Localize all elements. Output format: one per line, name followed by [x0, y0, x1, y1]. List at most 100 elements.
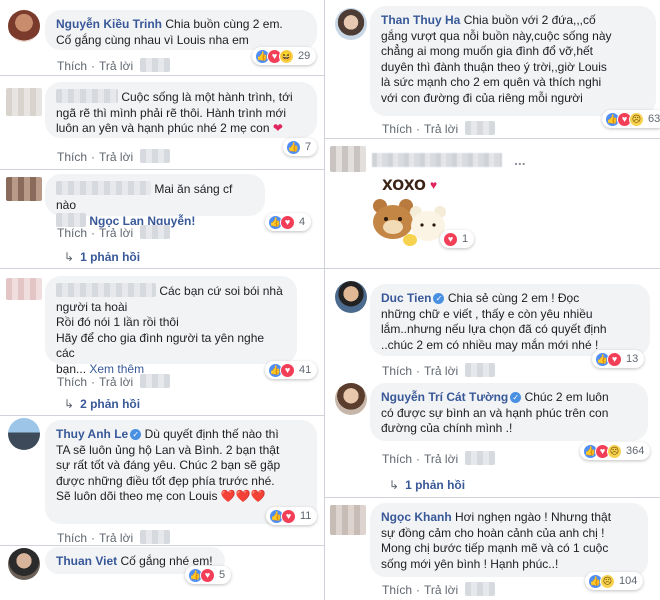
love-icon: ♥	[280, 214, 295, 230]
like-link[interactable]: Thích	[57, 375, 87, 389]
redacted-time	[465, 582, 496, 596]
comment-text: sự rất tốt và đáng yêu. Chúc 2 bạn sẽ gặ…	[56, 458, 281, 472]
comment-actions: Thích · Trả lời	[57, 225, 171, 240]
haha-icon: 😆	[279, 48, 294, 64]
reaction-summary[interactable]: 👍 ♥ 😆 29	[252, 47, 317, 65]
avatar[interactable]	[8, 548, 40, 580]
reply-link[interactable]: Trả lời	[424, 583, 458, 597]
redacted-time	[140, 530, 171, 544]
redacted-time	[465, 363, 496, 377]
reaction-summary[interactable]: 👍 ♥ 13	[592, 350, 645, 368]
like-link[interactable]: Thích	[382, 583, 412, 597]
comment-text: Các bạn cứ soi bói nhà	[159, 284, 283, 298]
comment-bubble: Duc Tien ✓ Chia sẻ cùng 2 em ! Đọc những …	[370, 284, 650, 356]
heart-icon: ♥	[430, 178, 438, 192]
column-divider	[324, 0, 325, 600]
reaction-count: 4	[299, 216, 306, 228]
view-replies-link[interactable]: ↳ 1 phản hồi	[389, 478, 465, 492]
divider	[325, 268, 660, 269]
view-replies-link[interactable]: ↳ 2 phản hồi	[64, 397, 140, 411]
like-link[interactable]: Thích	[57, 531, 87, 545]
sticker-label: XOXO	[382, 178, 426, 194]
comment-bubble: Than Thuy Ha Chia buồn với 2 đứa,,,cố gắ…	[370, 6, 656, 116]
avatar-redacted[interactable]	[6, 88, 42, 116]
like-link[interactable]: Thích	[57, 226, 87, 240]
reply-link[interactable]: Trả lời	[424, 364, 458, 378]
commenter-name[interactable]: Nguyễn Kiều Trinh	[56, 17, 162, 31]
avatar-redacted[interactable]	[6, 278, 42, 300]
reply-arrow-icon: ↳	[64, 397, 75, 411]
comment-bubble: Các bạn cứ soi bói nhà người ta hoài Rồi…	[45, 276, 297, 376]
like-link[interactable]: Thích	[382, 122, 412, 136]
reply-link[interactable]: Trả lời	[99, 375, 133, 389]
comment-bubble: Nguyễn Trí Cát Tường ✓ Chúc 2 em luôn có …	[370, 383, 648, 441]
comment-text: Chia buồn với 2 đứa,,,cố	[463, 13, 596, 27]
reply-link[interactable]: Trả lời	[99, 531, 133, 545]
divider	[0, 169, 324, 170]
reaction-summary[interactable]: ♥ 1	[440, 230, 475, 248]
heart-emoji: ❤	[272, 121, 283, 135]
avatar-redacted[interactable]	[330, 146, 366, 172]
reaction-summary[interactable]: 👍 7	[283, 138, 318, 156]
like-link[interactable]: Thích	[382, 452, 412, 466]
comment-text: sự đồng cảm cho hoàn cảnh của anh chị !	[381, 525, 605, 540]
reaction-summary[interactable]: 👍 ☹ 104	[585, 572, 644, 590]
divider	[325, 497, 660, 498]
comment-text: được những điều tốt đẹp phía trước nhé.	[56, 473, 275, 488]
redacted-time	[465, 451, 496, 465]
avatar[interactable]	[8, 10, 40, 42]
redacted-time	[140, 58, 171, 72]
reaction-summary[interactable]: 👍 ♥ ☹ 364	[580, 442, 651, 460]
view-replies-link[interactable]: ↳ 1 phản hồi	[64, 250, 140, 264]
commenter-name[interactable]: Duc Tien	[381, 291, 431, 305]
like-link[interactable]: Thích	[382, 364, 412, 378]
comment-text: có được sự bình an và hạnh phúc trên con	[381, 405, 609, 420]
avatar[interactable]	[335, 281, 367, 313]
comment-text: Mong chị bước tiếp mạnh mẽ và có 1 cuộc	[381, 541, 609, 555]
reaction-summary[interactable]: 👍 ♥ 5	[185, 566, 232, 584]
avatar[interactable]	[8, 418, 40, 450]
reply-link[interactable]: Trả lời	[99, 226, 133, 240]
comment-text: lắm..nhưng nếu lựa chọn đã có quyết định	[381, 322, 607, 336]
commenter-name[interactable]: Than Thuy Ha	[381, 13, 460, 27]
love-icon: ♥	[281, 508, 296, 524]
reaction-count: 13	[626, 353, 639, 365]
reaction-summary[interactable]: 👍 ♥ ☹ 63	[602, 110, 660, 128]
reaction-count: 1	[462, 233, 469, 245]
comment-text: ngã rẽ thì mình phải rẽ thôi. Hành trình…	[56, 105, 286, 120]
reaction-count: 104	[619, 575, 638, 587]
comment-text: người ta hoài	[56, 299, 128, 314]
reaction-summary[interactable]: 👍 ♥ 11	[266, 507, 318, 525]
redacted-time	[140, 374, 171, 388]
comment-actions: Thích · Trả lời	[382, 121, 496, 136]
commenter-name[interactable]: Ngọc Khanh	[381, 510, 452, 524]
comment-text: Rồi đó nói 1 lần rồi thôi	[56, 315, 179, 329]
reply-link[interactable]: Trả lời	[424, 452, 458, 466]
reaction-summary[interactable]: 👍 ♥ 41	[265, 361, 318, 379]
redacted-time	[140, 225, 171, 239]
reply-link[interactable]: Trả lời	[99, 59, 133, 73]
comment-bubble: Cuộc sống là một hành trình, tới ngã rẽ …	[45, 82, 317, 138]
like-link[interactable]: Thích	[57, 150, 87, 164]
reaction-count: 63	[648, 113, 660, 125]
reply-link[interactable]: Trả lời	[99, 150, 133, 164]
avatar-redacted[interactable]	[330, 505, 366, 535]
avatar[interactable]	[335, 383, 367, 415]
comment-text: Chúc 2 em luôn	[524, 390, 609, 404]
sticker: XOXO ♥	[370, 172, 450, 248]
reply-arrow-icon: ↳	[389, 478, 400, 492]
sad-icon: ☹	[600, 573, 615, 589]
reaction-summary[interactable]: 👍 ♥ 4	[265, 213, 312, 231]
more-options-icon[interactable]: ...	[514, 152, 526, 168]
love-icon: ♥	[443, 231, 458, 247]
redacted-name	[56, 283, 156, 297]
like-link[interactable]: Thích	[57, 59, 87, 73]
love-icon: ♥	[280, 362, 295, 378]
commenter-name[interactable]: Thuan Viet	[56, 554, 117, 568]
commenter-name[interactable]: Thuy Anh Le	[56, 427, 128, 441]
avatar-redacted[interactable]	[6, 177, 42, 201]
commenter-name[interactable]: Nguyễn Trí Cát Tường	[381, 390, 508, 404]
avatar[interactable]	[335, 8, 367, 40]
reply-link[interactable]: Trả lời	[424, 122, 458, 136]
comment-text: Cuộc sống là một hành trình, tới	[121, 90, 293, 104]
